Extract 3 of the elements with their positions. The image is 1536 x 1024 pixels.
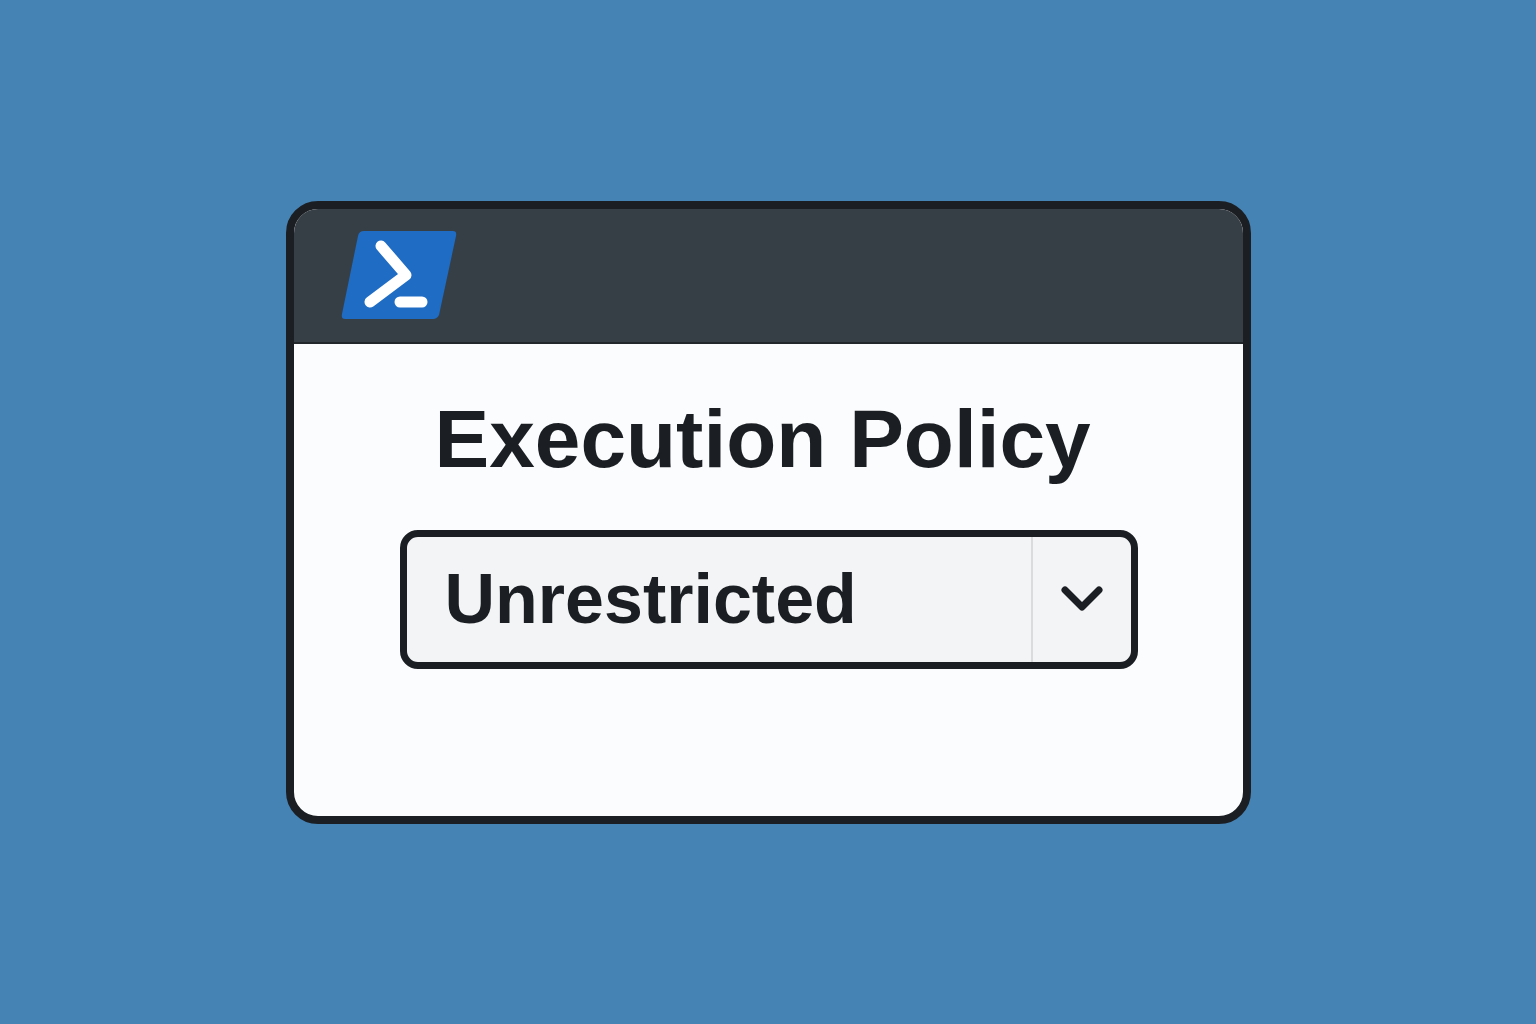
chevron-down-icon — [1059, 585, 1104, 613]
terminal-prompt-icon — [339, 229, 457, 321]
policy-dropdown[interactable]: Unrestricted — [399, 529, 1138, 669]
